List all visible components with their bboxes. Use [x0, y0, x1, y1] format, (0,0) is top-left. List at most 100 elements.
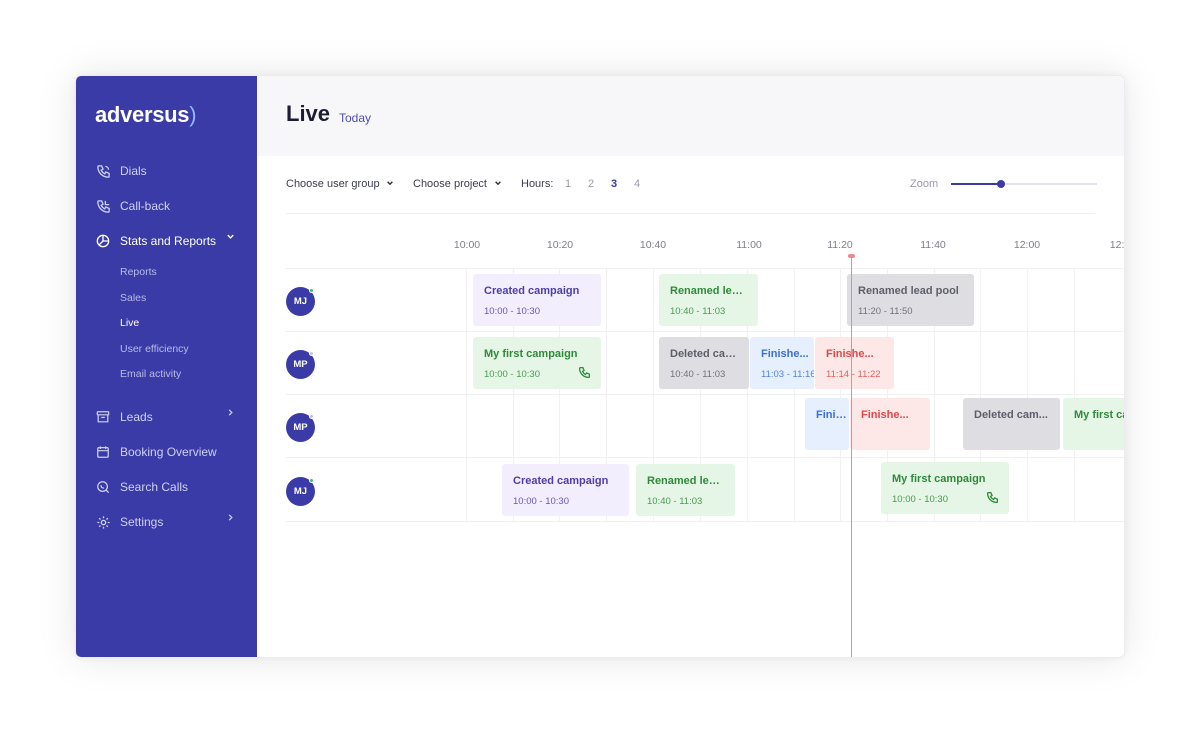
event-card[interactable]: Deleted cam... 10:40 - 11:03 [659, 337, 749, 389]
grid-line [840, 268, 841, 522]
event-time: 11:20 - 11:50 [858, 306, 913, 317]
sidebar-item-settings[interactable]: Settings [95, 513, 245, 531]
chevron-down-icon [226, 232, 235, 244]
avatar[interactable]: MJ [286, 477, 315, 506]
event-card[interactable]: Renamed lead pool 11:20 - 11:50 [847, 274, 974, 326]
sidebar-item-label: Booking Overview [120, 445, 217, 459]
calendar-icon [95, 444, 111, 460]
chevron-right-icon [226, 513, 235, 525]
event-title: Deleted cam... [974, 409, 1048, 421]
event-title: Renamed lea... [647, 475, 724, 487]
event-card[interactable]: My first campaign 10:00 - 10:30 [881, 462, 1009, 514]
row-divider [286, 268, 1124, 269]
sidebar-subitem-reports[interactable]: Reports [120, 266, 157, 278]
event-card[interactable]: Renamed lea... 10:40 - 11:03 [659, 274, 758, 326]
event-time: 10:40 - 11:03 [670, 306, 726, 317]
event-title: Finishe... [826, 348, 874, 360]
hours-option-4[interactable]: 4 [634, 178, 640, 190]
sidebar-subitem-user-efficiency[interactable]: User efficiency [120, 343, 189, 355]
avatar[interactable]: MJ [286, 287, 315, 316]
event-title: My first ca [1074, 409, 1125, 421]
hours-option-2[interactable]: 2 [588, 178, 594, 190]
divider [286, 213, 1095, 214]
event-time: 10:40 - 11:03 [647, 496, 703, 507]
sidebar-item-booking-overview[interactable]: Booking Overview [95, 443, 245, 461]
logo[interactable]: adversus) [95, 102, 197, 128]
grid-line [1027, 268, 1028, 522]
offline-status-dot [309, 351, 314, 356]
event-card[interactable]: Finishe [805, 398, 849, 450]
sidebar-item-label: Stats and Reports [120, 234, 217, 248]
time-tick: 11:20 [827, 239, 853, 251]
time-tick: 10:00 [453, 239, 481, 251]
event-card[interactable]: Created campaign 10:00 - 10:30 [473, 274, 601, 326]
online-status-dot [309, 478, 314, 483]
grid-line [466, 268, 467, 522]
time-tick: 10:20 [546, 239, 574, 251]
event-card[interactable]: My first campaign 10:00 - 10:30 [473, 337, 601, 389]
project-dropdown[interactable]: Choose project [413, 178, 502, 190]
phone-icon [986, 491, 999, 504]
event-title: My first campaign [484, 348, 578, 360]
current-time-line [851, 257, 852, 657]
event-time: 10:00 - 10:30 [484, 306, 540, 317]
sidebar-item-call-back[interactable]: Call-back [95, 197, 245, 215]
time-tick: 11:00 [736, 239, 762, 251]
sidebar-item-label: Search Calls [120, 480, 189, 494]
sidebar-item-label: Leads [120, 410, 153, 424]
event-card[interactable]: Renamed lea... 10:40 - 11:03 [636, 464, 735, 516]
gear-icon [95, 514, 111, 530]
zoom-slider[interactable] [951, 180, 1097, 188]
event-time: 10:40 - 11:03 [670, 369, 726, 380]
sidebar-item-leads[interactable]: Leads [95, 408, 245, 426]
event-title: Renamed lead pool [858, 285, 959, 297]
sidebar-subitem-sales[interactable]: Sales [120, 292, 146, 304]
event-card[interactable]: Deleted cam... [963, 398, 1060, 450]
time-tick: 11:40 [920, 239, 946, 251]
page-subtitle[interactable]: Today [339, 111, 371, 125]
phone-dial-icon [95, 163, 111, 179]
sidebar-item-dials[interactable]: Dials [95, 162, 245, 180]
online-status-dot [309, 288, 314, 293]
sidebar-subitem-email-activity[interactable]: Email activity [120, 368, 181, 380]
pie-chart-icon [95, 233, 111, 249]
avatar[interactable]: MP [286, 350, 315, 379]
event-title: Deleted cam... [670, 348, 738, 360]
grid-line [1074, 268, 1075, 522]
sidebar-item-label: Dials [120, 164, 147, 178]
grid-line [794, 268, 795, 522]
event-title: Created campaign [484, 285, 580, 297]
chevron-down-icon [491, 179, 502, 189]
event-time: 10:00 - 10:30 [513, 496, 569, 507]
event-time: 10:00 - 10:30 [484, 369, 540, 380]
sidebar: adversus) Dials Call-back Stats and Repo… [76, 76, 257, 657]
zoom-label: Zoom [910, 178, 939, 190]
event-card[interactable]: Finishe... 11:03 - 11:16 [750, 337, 814, 389]
event-card[interactable]: My first ca [1063, 398, 1125, 450]
event-time: 11:14 - 11:22 [826, 369, 881, 380]
event-title: Finishe [816, 409, 847, 421]
sidebar-item-stats-and-reports[interactable]: Stats and Reports [95, 232, 245, 250]
event-title: Created campaign [513, 475, 609, 487]
event-title: My first campaign [892, 473, 986, 485]
event-card[interactable]: Created campaign 10:00 - 10:30 [502, 464, 629, 516]
event-title: Renamed lea... [670, 285, 747, 297]
zoom-slider-handle[interactable] [997, 180, 1005, 188]
sidebar-subitem-live[interactable]: Live [120, 317, 139, 329]
chevron-right-icon [226, 408, 235, 420]
event-card[interactable]: Finishe... [850, 398, 930, 450]
time-tick: 12:2 [1109, 239, 1125, 251]
archive-icon [95, 409, 111, 425]
event-time: 11:03 - 11:16 [761, 369, 814, 380]
page-header: Live Today [257, 76, 1124, 156]
row-divider [286, 394, 1124, 395]
sidebar-item-search-calls[interactable]: Search Calls [95, 478, 245, 496]
time-tick: 12:00 [1013, 239, 1041, 251]
hours-option-3[interactable]: 3 [611, 178, 617, 190]
user-group-dropdown[interactable]: Choose user group [286, 178, 394, 190]
event-card[interactable]: Finishe... 11:14 - 11:22 [815, 337, 894, 389]
hours-option-1[interactable]: 1 [565, 178, 571, 190]
page-title: Live [286, 101, 331, 126]
avatar[interactable]: MP [286, 413, 315, 442]
search-calls-icon [95, 479, 111, 495]
